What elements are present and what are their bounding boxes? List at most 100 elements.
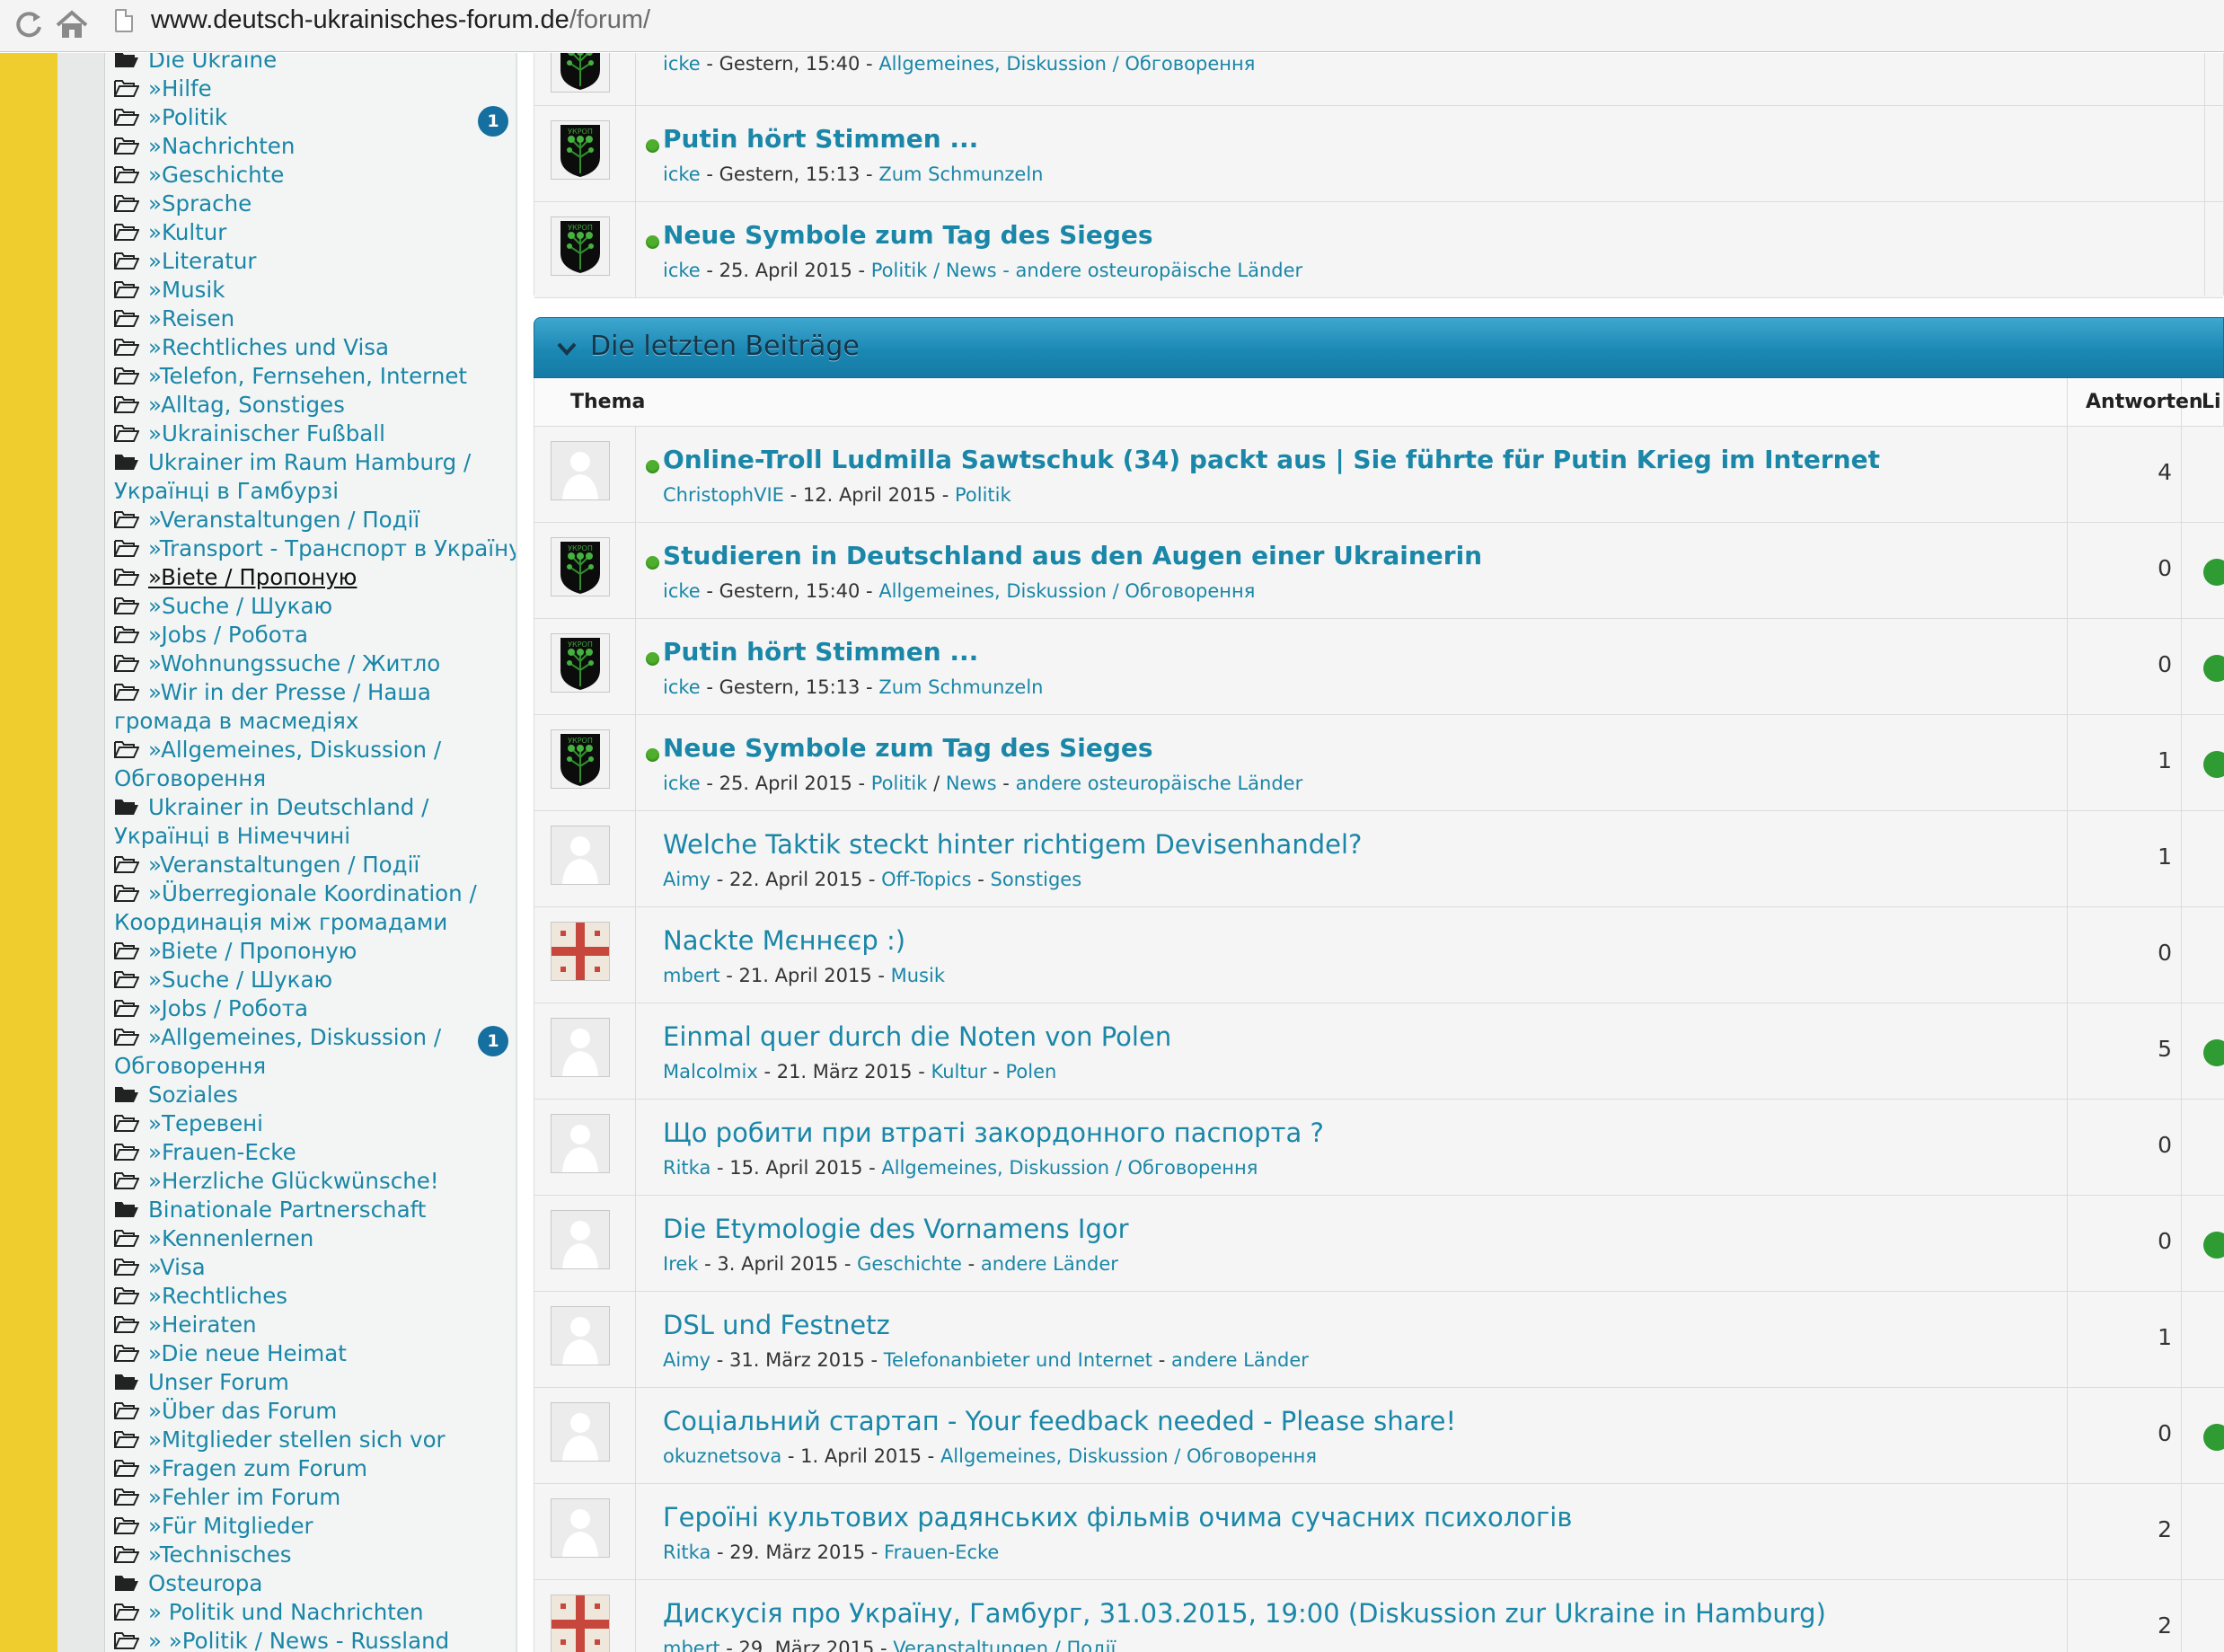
- sidebar-item-label[interactable]: Unser Forum: [148, 1369, 289, 1395]
- sidebar-item[interactable]: »Literatur: [105, 247, 516, 276]
- sidebar-item[interactable]: »Suche / Шукаю: [105, 592, 516, 621]
- sidebar-item[interactable]: Ukrainer in Deutschland / Українці в Нім…: [105, 793, 516, 851]
- sidebar-item[interactable]: »Mitglieder stellen sich vor: [105, 1426, 516, 1454]
- user-avatar[interactable]: [551, 1114, 610, 1173]
- sidebar-item[interactable]: » Politik und Nachrichten: [105, 1598, 516, 1627]
- user-avatar[interactable]: УКРОП: [551, 729, 610, 789]
- sidebar-item[interactable]: »Fragen zum Forum: [105, 1454, 516, 1483]
- sidebar-item-label[interactable]: »Wir in der Presse / Наша громада в масм…: [114, 679, 431, 734]
- user-avatar[interactable]: УКРОП: [551, 537, 610, 596]
- forum-link[interactable]: Allgemeines, Diskussion / Обговорення: [878, 580, 1255, 602]
- sidebar-item-label[interactable]: »Geschichte: [148, 162, 284, 188]
- sidebar-item[interactable]: »Telefon, Fernsehen, Internet: [105, 362, 516, 391]
- sidebar-item[interactable]: »Allgemeines, Diskussion / Обговорення: [105, 736, 516, 793]
- sidebar-item[interactable]: »Ukrainischer Fußball: [105, 420, 516, 448]
- go-to-last-post-icon[interactable]: [2203, 559, 2224, 586]
- sidebar-item[interactable]: »Rechtliches: [105, 1282, 516, 1311]
- topic-title-link[interactable]: Einmal quer durch die Noten von Polen: [663, 1021, 1171, 1052]
- topic-title-link[interactable]: Героїні культових радянських фільмів очи…: [663, 1502, 1572, 1533]
- sidebar-item-label[interactable]: »Mitglieder stellen sich vor: [148, 1427, 446, 1453]
- sidebar-item-label[interactable]: »Herzliche Glückwünsche!: [148, 1168, 439, 1194]
- sidebar-item-label[interactable]: »Alltag, Sonstiges: [148, 392, 345, 418]
- sidebar-item[interactable]: »Heiraten: [105, 1311, 516, 1339]
- topic-title-link[interactable]: Дискусія про Україну, Гамбург, 31.03.201…: [663, 1598, 1826, 1629]
- forum-link[interactable]: Allgemeines, Diskussion / Обговорення: [940, 1445, 1317, 1467]
- author-link[interactable]: Ritka: [663, 1157, 710, 1179]
- forum-link[interactable]: Politik: [955, 484, 1011, 506]
- topic-title-link[interactable]: Соціальний стартап - Your feedback neede…: [663, 1406, 1456, 1436]
- sidebar-item-label[interactable]: »Für Mitglieder: [148, 1513, 313, 1539]
- sidebar-item[interactable]: »Biete / Пропоную: [105, 563, 516, 592]
- sidebar-item[interactable]: »Für Mitglieder: [105, 1512, 516, 1541]
- topic-title-link[interactable]: Die Etymologie des Vornamens Igor: [663, 1214, 1129, 1244]
- user-avatar[interactable]: УКРОП: [551, 53, 610, 93]
- column-answers[interactable]: Antworten: [2086, 391, 2203, 413]
- topic-title-link[interactable]: Studieren in Deutschland aus den Augen e…: [663, 541, 1482, 570]
- sidebar-item[interactable]: »Wir in der Presse / Наша громада в масм…: [105, 678, 516, 736]
- author-link[interactable]: okuznetsova: [663, 1445, 781, 1467]
- sidebar-item[interactable]: »Veranstaltungen / Події: [105, 851, 516, 879]
- forum-link[interactable]: andere osteuropäische Länder: [1016, 773, 1303, 794]
- sidebar-item-label[interactable]: » Politik und Nachrichten: [148, 1599, 424, 1625]
- sidebar-item[interactable]: Ukrainer im Raum Hamburg / Українці в Га…: [105, 448, 516, 506]
- forum-link[interactable]: Veranstaltungen / Події: [893, 1638, 1116, 1652]
- sidebar-item[interactable]: »Frauen-Ecke: [105, 1138, 516, 1167]
- sidebar-item-label[interactable]: Die Ukraine: [148, 53, 277, 73]
- sidebar-item[interactable]: »Kennenlernen: [105, 1224, 516, 1253]
- author-link[interactable]: Aimy: [663, 869, 710, 890]
- sidebar-item[interactable]: »Visa: [105, 1253, 516, 1282]
- user-avatar[interactable]: [551, 1210, 610, 1269]
- sidebar-item-label[interactable]: »Reisen: [148, 305, 234, 331]
- sidebar-item-label[interactable]: Binationale Partnerschaft: [148, 1197, 426, 1223]
- user-avatar[interactable]: УКРОП: [551, 216, 610, 276]
- sidebar-item[interactable]: »Politik 1: [105, 103, 516, 137]
- sidebar-item[interactable]: »Hilfe: [105, 75, 516, 103]
- topic-title-link[interactable]: Neue Symbole zum Tag des Sieges: [663, 220, 1153, 250]
- forum-link[interactable]: Musik: [891, 965, 945, 986]
- sidebar-item[interactable]: »Fehler im Forum: [105, 1483, 516, 1512]
- address-bar[interactable]: www.deutsch-ukrainisches-forum.de/forum/: [151, 5, 650, 35]
- sidebar-item-label[interactable]: »Kennenlernen: [148, 1225, 313, 1251]
- chevron-down-icon[interactable]: [556, 338, 578, 359]
- author-link[interactable]: ChristophVIE: [663, 484, 784, 506]
- forum-link[interactable]: andere Länder: [981, 1253, 1118, 1275]
- sidebar-item-label[interactable]: »Veranstaltungen / Події: [148, 507, 419, 533]
- forum-link[interactable]: News: [946, 773, 997, 794]
- sidebar-item[interactable]: »Biete / Пропоную: [105, 937, 516, 966]
- sidebar-item[interactable]: »Geschichte: [105, 161, 516, 190]
- user-avatar[interactable]: [551, 441, 610, 500]
- sidebar-item[interactable]: »Rechtliches und Visa: [105, 333, 516, 362]
- forum-link[interactable]: Frauen-Ecke: [884, 1542, 999, 1563]
- home-icon[interactable]: [52, 5, 92, 45]
- sidebar-item-label[interactable]: »Sprache: [148, 190, 252, 216]
- sidebar-item-label[interactable]: Osteuropa: [148, 1570, 262, 1596]
- sidebar-item-label[interactable]: »Über das Forum: [148, 1398, 337, 1424]
- sidebar-item-label[interactable]: »Biete / Пропоную: [148, 564, 357, 590]
- sidebar-item[interactable]: »Jobs / Робота: [105, 994, 516, 1023]
- author-link[interactable]: icke: [663, 676, 701, 698]
- sidebar-item-label[interactable]: »Fehler im Forum: [148, 1484, 340, 1510]
- author-link[interactable]: Malcolmix: [663, 1061, 758, 1082]
- forum-link[interactable]: Zum Schmunzeln: [878, 163, 1043, 185]
- forum-link[interactable]: Polen: [1005, 1061, 1056, 1082]
- sidebar-item-label[interactable]: »Suche / Шукаю: [148, 967, 332, 993]
- forum-link[interactable]: Geschichte: [857, 1253, 962, 1275]
- sidebar-item-label[interactable]: »Frauen-Ecke: [148, 1139, 296, 1165]
- topic-title-link[interactable]: Putin hört Stimmen ...: [663, 124, 978, 154]
- sidebar-item[interactable]: »Allgemeines, Diskussion / Обговорення 1: [105, 1023, 516, 1081]
- sidebar-item[interactable]: »Wohnungssuche / Житло: [105, 649, 516, 678]
- sidebar-item[interactable]: »Alltag, Sonstiges: [105, 391, 516, 420]
- sidebar-item-label[interactable]: »Allgemeines, Diskussion / Обговорення: [114, 737, 441, 791]
- sidebar-item-label[interactable]: »Literatur: [148, 248, 256, 274]
- go-to-last-post-icon[interactable]: [2203, 1424, 2224, 1451]
- sidebar-item[interactable]: »Kultur: [105, 218, 516, 247]
- author-link[interactable]: Ritka: [663, 1542, 710, 1563]
- sidebar-item[interactable]: »Теревені: [105, 1109, 516, 1138]
- section-header[interactable]: Die letzten Beiträge: [534, 317, 2224, 378]
- sidebar-item-label[interactable]: »Transport - Транспорт в Україну: [148, 535, 516, 561]
- user-avatar[interactable]: [551, 826, 610, 885]
- author-link[interactable]: icke: [663, 580, 701, 602]
- sidebar-item-label[interactable]: »Telefon, Fernsehen, Internet: [148, 363, 467, 389]
- author-link[interactable]: mbert: [663, 1638, 720, 1652]
- go-to-last-post-icon[interactable]: [2203, 1232, 2224, 1259]
